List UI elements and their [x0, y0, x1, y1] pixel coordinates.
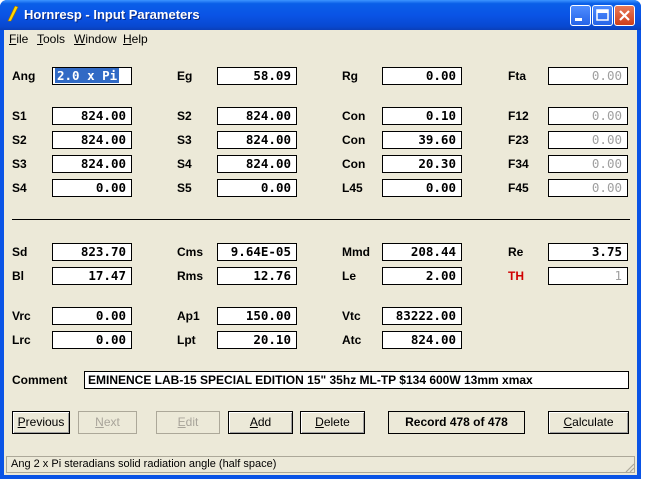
re-field[interactable]: 3.75 [548, 243, 628, 261]
lrc-field[interactable]: 0.00 [52, 331, 132, 349]
menu-help[interactable]: Help [123, 32, 148, 46]
title-bar[interactable]: Hornresp - Input Parameters [0, 0, 641, 30]
sd-label: Sd [12, 245, 28, 259]
minimize-icon [575, 18, 582, 21]
close-icon [619, 10, 630, 21]
cms-label: Cms [177, 245, 204, 259]
s5-label: S5 [177, 181, 192, 195]
con1-field[interactable]: 0.10 [382, 107, 462, 125]
resize-grip-icon[interactable] [623, 461, 635, 473]
vtc-field[interactable]: 83222.00 [382, 307, 462, 325]
con2-field[interactable]: 39.60 [382, 131, 462, 149]
con3-label: Con [342, 157, 366, 171]
bl-label: Bl [12, 269, 24, 283]
f23-field: 0.00 [548, 131, 628, 149]
s1-field[interactable]: 824.00 [52, 107, 132, 125]
previous-button[interactable]: Previous [12, 411, 70, 434]
delete-button[interactable]: Delete [300, 411, 365, 434]
window-title: Hornresp - Input Parameters [24, 7, 200, 22]
atc-label: Atc [342, 333, 362, 347]
rg-label: Rg [342, 69, 358, 83]
lpt-field[interactable]: 20.10 [217, 331, 297, 349]
status-bar: Ang 2 x Pi steradians solid radiation an… [6, 456, 635, 473]
maximize-button[interactable] [592, 5, 613, 26]
ap1-label: Ap1 [177, 309, 200, 323]
sd-field[interactable]: 823.70 [52, 243, 132, 261]
vrc-label: Vrc [12, 309, 31, 323]
f34-field: 0.00 [548, 155, 628, 173]
f23-label: F23 [508, 133, 529, 147]
l45-label: L45 [342, 181, 363, 195]
menu-window[interactable]: Window [74, 32, 117, 46]
eg-label: Eg [177, 69, 193, 83]
rms-field[interactable]: 12.76 [217, 267, 297, 285]
add-button[interactable]: Add [228, 411, 293, 434]
lpt-label: Lpt [177, 333, 196, 347]
menu-bar: File Tools Window Help [4, 30, 637, 48]
s4-field[interactable]: 0.00 [52, 179, 132, 197]
maximize-icon [596, 9, 609, 21]
section-divider [12, 219, 630, 220]
fta-label: Fta [508, 69, 526, 83]
s1-label: S1 [12, 109, 27, 123]
s2-seg1-field[interactable]: 824.00 [217, 107, 297, 125]
rms-label: Rms [177, 269, 204, 283]
vrc-field[interactable]: 0.00 [52, 307, 132, 325]
vtc-label: Vtc [342, 309, 361, 323]
s4-label: S4 [12, 181, 27, 195]
le-label: Le [342, 269, 357, 283]
close-button[interactable] [614, 5, 635, 26]
th-field: 1 [548, 267, 628, 285]
s4-seg3-label: S4 [177, 157, 192, 171]
f12-label: F12 [508, 109, 529, 123]
re-label: Re [508, 245, 524, 259]
s3-seg2-field[interactable]: 824.00 [217, 131, 297, 149]
con3-field[interactable]: 20.30 [382, 155, 462, 173]
cms-field[interactable]: 9.64E-05 [217, 243, 297, 261]
ap1-field[interactable]: 150.00 [217, 307, 297, 325]
f45-field: 0.00 [548, 179, 628, 197]
window: Hornresp - Input Parameters File Tools W… [0, 0, 641, 479]
menu-file[interactable]: File [9, 32, 28, 46]
minimize-button[interactable] [570, 5, 591, 26]
atc-field[interactable]: 824.00 [382, 331, 462, 349]
fta-field: 0.00 [548, 67, 628, 85]
hornresp-app-icon [7, 6, 19, 22]
mmd-field[interactable]: 208.44 [382, 243, 462, 261]
comment-field[interactable]: EMINENCE LAB-15 SPECIAL EDITION 15" 35hz… [84, 371, 629, 389]
s2-label: S2 [12, 133, 27, 147]
f45-label: F45 [508, 181, 529, 195]
s3-seg2-label: S3 [177, 133, 192, 147]
lrc-label: Lrc [12, 333, 31, 347]
l45-field[interactable]: 0.00 [382, 179, 462, 197]
next-button[interactable]: Next [78, 411, 137, 434]
f12-field: 0.00 [548, 107, 628, 125]
ang-field[interactable]: 2.0 x Pi [52, 67, 132, 85]
s3-label: S3 [12, 157, 27, 171]
s2-field[interactable]: 824.00 [52, 131, 132, 149]
f34-label: F34 [508, 157, 529, 171]
record-counter: Record 478 of 478 [388, 411, 525, 434]
comment-label: Comment [12, 373, 68, 387]
th-label: TH [508, 269, 524, 283]
s2-seg1-label: S2 [177, 109, 192, 123]
calculate-button[interactable]: Calculate [548, 411, 629, 434]
ang-label: Ang [12, 69, 36, 83]
con2-label: Con [342, 133, 366, 147]
menu-tools[interactable]: Tools [37, 32, 65, 46]
edit-button[interactable]: Edit [156, 411, 220, 434]
con1-label: Con [342, 109, 366, 123]
eg-field[interactable]: 58.09 [217, 67, 297, 85]
le-field[interactable]: 2.00 [382, 267, 462, 285]
s3-field[interactable]: 824.00 [52, 155, 132, 173]
rg-field[interactable]: 0.00 [382, 67, 462, 85]
mmd-label: Mmd [342, 245, 370, 259]
s5-field[interactable]: 0.00 [217, 179, 297, 197]
input-parameters-form: File Tools Window Help Ang 2.0 x Pi Eg 5… [4, 30, 637, 475]
s4-seg3-field[interactable]: 824.00 [217, 155, 297, 173]
bl-field[interactable]: 17.47 [52, 267, 132, 285]
